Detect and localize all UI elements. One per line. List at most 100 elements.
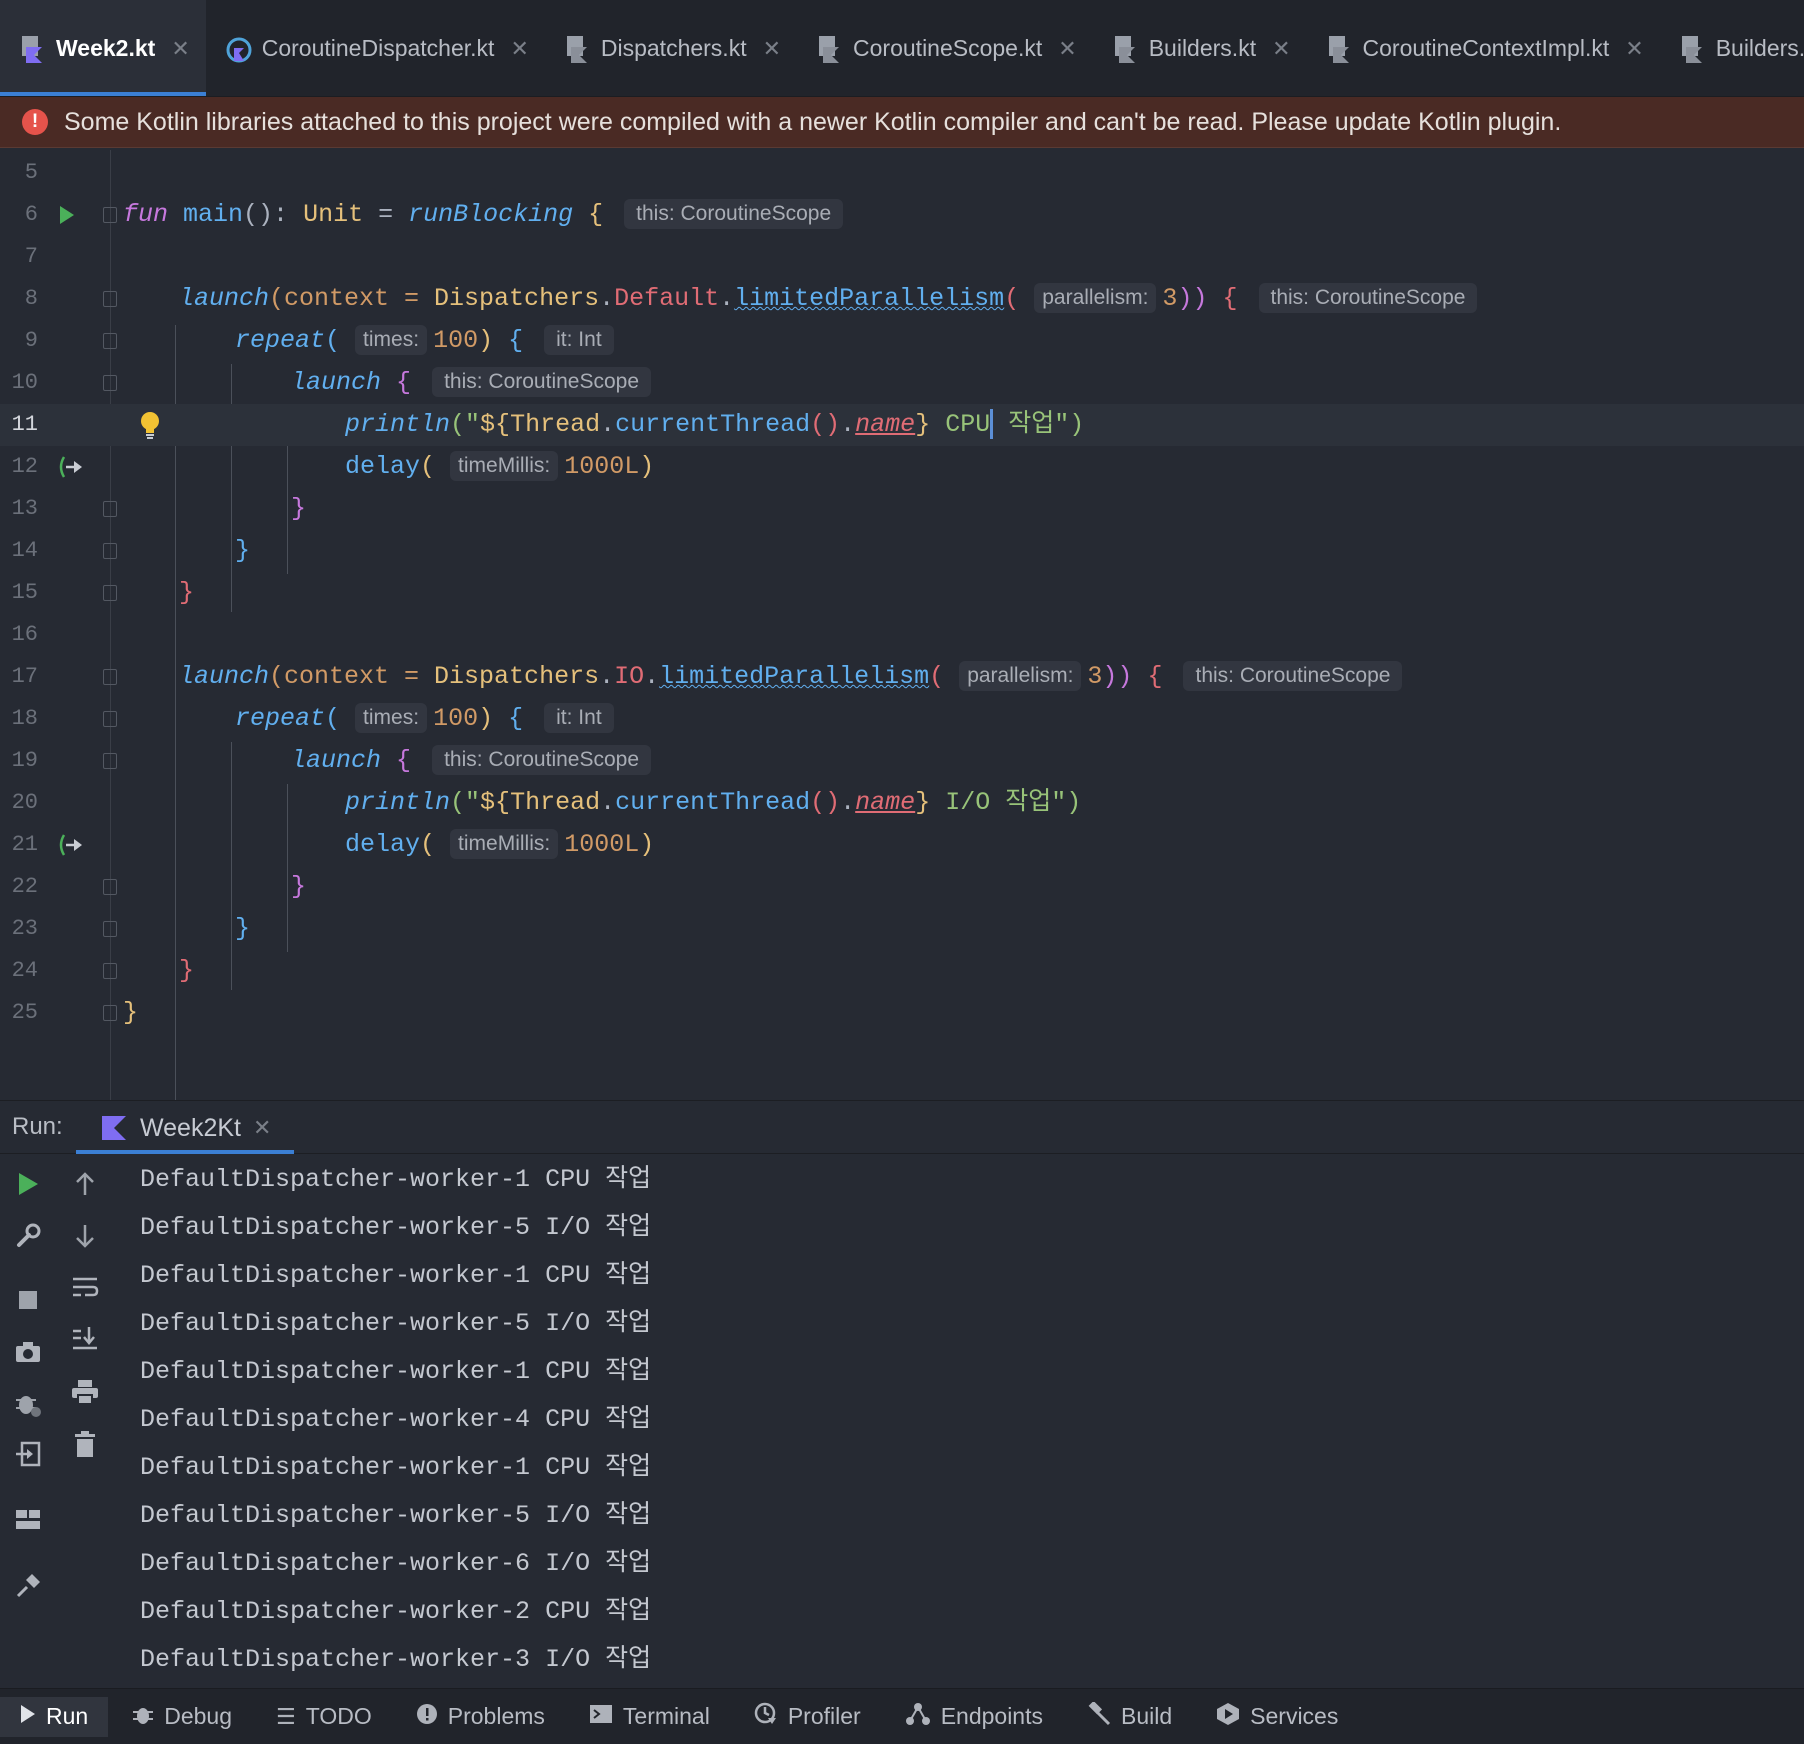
tool-debug[interactable]: Debug [112, 1697, 252, 1737]
code-line: 6 fun main(): Unit = runBlocking { this:… [0, 194, 1804, 236]
arrow-down-icon[interactable] [69, 1220, 101, 1252]
endpoints-icon [905, 1702, 931, 1732]
fold-icon[interactable] [103, 753, 117, 769]
print-icon[interactable] [69, 1376, 101, 1408]
console-line: DefaultDispatcher-worker-5 I/O 작업 [140, 1213, 652, 1242]
code-line: 13 } [0, 488, 1804, 530]
close-icon[interactable]: ✕ [1058, 36, 1076, 62]
run-tab-week2kt[interactable]: Week2Kt ✕ [76, 1101, 294, 1155]
fold-icon[interactable] [103, 879, 117, 895]
tab-builders-kt[interactable]: Builders.kt ✕ [1093, 0, 1307, 96]
code-line: 20 println("${Thread.currentThread().nam… [0, 782, 1804, 824]
fold-icon[interactable] [103, 963, 117, 979]
tab-label: CoroutineScope.kt [853, 35, 1043, 61]
arrow-up-icon[interactable] [69, 1168, 101, 1200]
code-line: 18 repeat( times: 100) { it: Int [0, 698, 1804, 740]
tool-problems[interactable]: Problems [396, 1697, 565, 1737]
tool-build[interactable]: Build [1067, 1697, 1192, 1737]
tab-dispatchers-kt[interactable]: Dispatchers.kt ✕ [545, 0, 797, 96]
tool-label: Services [1250, 1703, 1339, 1729]
console-line: DefaultDispatcher-worker-1 CPU 작업 [140, 1261, 652, 1290]
code-line: 17 launch(context = Dispatchers.IO.limit… [0, 656, 1804, 698]
code-line: 9 repeat( times: 100) { it: Int [0, 320, 1804, 362]
fold-icon[interactable] [103, 333, 117, 349]
terminal-icon [589, 1704, 613, 1730]
console-line: DefaultDispatcher-worker-6 I/O 작업 [140, 1549, 652, 1578]
debug-settings-icon[interactable] [12, 1388, 44, 1420]
tool-label: Terminal [622, 1703, 710, 1729]
lightbulb-icon[interactable] [139, 410, 161, 445]
tool-todo[interactable]: ☰ TODO [256, 1697, 392, 1737]
code-text: repeat( times: 100) { it: Int [235, 698, 620, 740]
kotlin-icon [100, 1114, 128, 1142]
kotlin-class-icon [226, 35, 252, 63]
close-icon[interactable]: ✕ [510, 36, 528, 62]
tool-label: Run [46, 1703, 89, 1729]
fold-icon[interactable] [103, 1005, 117, 1021]
layout-icon[interactable] [12, 1504, 44, 1536]
line-number: 9 [24, 328, 38, 353]
code-text: repeat( times: 100) { it: Int [235, 320, 620, 362]
rerun-icon[interactable] [12, 1168, 44, 1200]
stop-icon[interactable] [12, 1284, 44, 1316]
tool-endpoints[interactable]: Endpoints [885, 1697, 1063, 1737]
tool-window-bar: Run Debug ☰ TODO Problems Terminal Profi… [0, 1688, 1804, 1744]
tab-coroutinescope-kt[interactable]: CoroutineScope.kt ✕ [797, 0, 1093, 96]
fold-icon[interactable] [103, 501, 117, 517]
line-number: 8 [24, 286, 38, 311]
close-icon[interactable]: ✕ [763, 36, 781, 62]
fold-icon[interactable] [103, 207, 117, 223]
console-line: DefaultDispatcher-worker-1 CPU 작업 [140, 1165, 652, 1194]
camera-icon[interactable] [12, 1336, 44, 1368]
fold-icon[interactable] [103, 711, 117, 727]
tool-terminal[interactable]: Terminal [569, 1697, 730, 1737]
tool-run[interactable]: Run [0, 1696, 109, 1737]
services-icon [1216, 1702, 1240, 1732]
tool-services[interactable]: Services [1196, 1697, 1358, 1737]
close-icon[interactable]: ✕ [1272, 36, 1290, 62]
line-number: 11 [11, 412, 38, 437]
code-editor[interactable]: 5 6 fun main(): Unit = runBlocking { thi… [0, 150, 1804, 1103]
inlay-hint: times: [355, 703, 428, 734]
tool-profiler[interactable]: Profiler [734, 1697, 881, 1737]
close-icon[interactable]: ✕ [1625, 36, 1643, 62]
kotlin-file-icon [20, 35, 46, 63]
tab-label: Dispatchers.kt [600, 35, 747, 61]
error-icon: ! [22, 109, 48, 135]
tab-coroutinedispatcher-kt[interactable]: CoroutineDispatcher.kt ✕ [206, 0, 545, 96]
code-text: launch { this: CoroutineScope [291, 362, 657, 404]
run-gutter-icon[interactable] [58, 204, 76, 231]
close-icon[interactable]: ✕ [171, 36, 189, 62]
kotlin-plugin-warning-banner: ! Some Kotlin libraries attached to this… [0, 97, 1804, 148]
code-text: launch(context = Dispatchers.IO.limitedP… [179, 656, 1408, 698]
soft-wrap-icon[interactable] [69, 1272, 101, 1304]
line-number: 15 [11, 580, 38, 605]
fold-icon[interactable] [103, 375, 117, 391]
close-icon[interactable]: ✕ [253, 1115, 271, 1141]
tab-builders-common-kt[interactable]: Builders.common.kt [1660, 0, 1804, 96]
fold-icon[interactable] [103, 921, 117, 937]
trash-icon[interactable] [69, 1428, 101, 1460]
fold-icon[interactable] [103, 291, 117, 307]
code-line: 22 } [0, 866, 1804, 908]
inlay-hint: this: CoroutineScope [432, 367, 652, 398]
restore-layout-icon[interactable] [12, 1438, 44, 1470]
tab-label: Builders.common.kt [1715, 35, 1804, 61]
line-number: 12 [11, 454, 38, 479]
profiler-icon [754, 1702, 778, 1732]
fold-icon[interactable] [103, 669, 117, 685]
inlay-hint: timeMillis: [450, 451, 559, 482]
wrench-icon[interactable] [12, 1220, 44, 1252]
line-number: 5 [24, 160, 38, 185]
run-tab-label: Week2Kt [140, 1113, 241, 1142]
pin-icon[interactable] [12, 1570, 44, 1602]
fold-icon[interactable] [103, 585, 117, 601]
run-console: DefaultDispatcher-worker-1 CPU 작업 Defaul… [0, 1154, 1804, 1688]
scroll-to-end-icon[interactable] [69, 1322, 101, 1354]
fold-icon[interactable] [103, 543, 117, 559]
code-text: launch(context = Dispatchers.Default.lim… [179, 278, 1483, 320]
kotlin-file-icon [1680, 35, 1706, 63]
tab-week2-kt[interactable]: Week2.kt ✕ [0, 0, 206, 96]
tab-coroutinecontextimpl-kt[interactable]: CoroutineContextImpl.kt ✕ [1307, 0, 1660, 96]
line-number: 16 [11, 622, 38, 647]
